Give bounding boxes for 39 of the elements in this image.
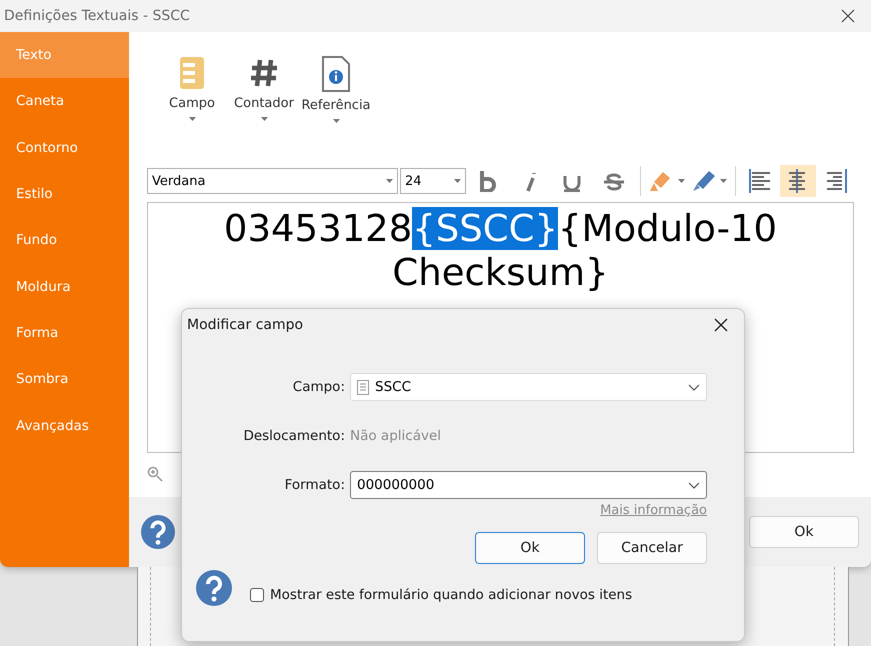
size-select[interactable]: 24: [400, 168, 466, 194]
align-right-icon: [825, 169, 847, 193]
caret-icon: [332, 119, 340, 123]
field-select[interactable]: SSCC: [350, 373, 707, 401]
insert-button[interactable]: Campo: [157, 50, 227, 127]
help-icon[interactable]: [141, 515, 175, 549]
close-icon: [714, 318, 728, 332]
ok-button[interactable]: Ok: [475, 532, 585, 564]
help-icon[interactable]: [196, 570, 232, 606]
document-info-icon: [321, 56, 351, 92]
chevron-icon: [688, 384, 700, 390]
dialog-title: Modificar campo: [187, 317, 304, 333]
chevron-icon: [688, 482, 700, 488]
close-icon: [841, 9, 855, 23]
align-button[interactable]: [780, 165, 816, 197]
caret-icon: [720, 179, 727, 183]
zoom-in-icon[interactable]: [147, 466, 163, 482]
align-left-icon: [749, 169, 771, 193]
field-label: Campo:: [292, 379, 345, 395]
caret-icon: [454, 179, 461, 183]
bold-icon[interactable]: [478, 170, 498, 192]
pen-icon: [691, 169, 717, 193]
format-label: Formato:: [284, 477, 345, 493]
ok-button[interactable]: Ok: [749, 516, 859, 548]
insert-button[interactable]: Contador: [229, 50, 299, 127]
caret-icon: [386, 179, 393, 183]
offset-label: Deslocamento:: [243, 428, 345, 444]
format-select[interactable]: 000000000: [350, 471, 707, 499]
caret-icon: [678, 179, 685, 183]
show-form-checkbox[interactable]: Mostrar este formulário quando adicionar novos itens: [250, 587, 632, 603]
insert-button[interactable]: Referência: [301, 50, 371, 129]
offset-value: Não aplicável: [350, 428, 442, 444]
stack-icon: [178, 56, 206, 90]
caret-icon: [260, 117, 268, 121]
caret-icon: [188, 117, 196, 121]
window-title: Definições Textuais - SSCC: [4, 8, 190, 24]
document-icon: [357, 380, 369, 394]
font-select[interactable]: Verdana: [147, 168, 398, 194]
cancel-button[interactable]: Cancelar: [597, 532, 707, 564]
